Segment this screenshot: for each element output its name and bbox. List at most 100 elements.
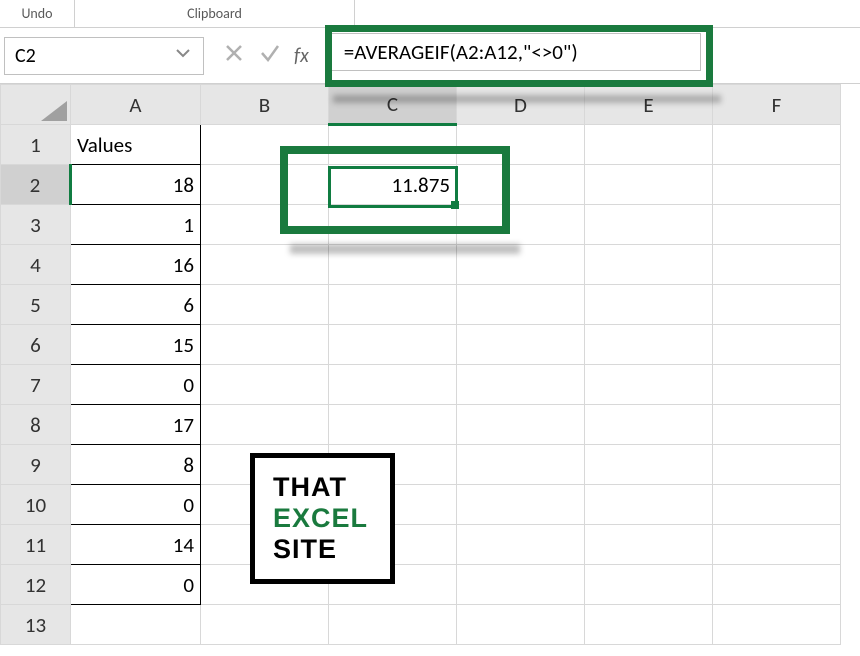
row-header-11[interactable]: 11 <box>1 525 71 565</box>
cell-d2[interactable] <box>457 165 585 205</box>
cell-c1[interactable] <box>329 125 457 165</box>
cell-e11[interactable] <box>585 525 713 565</box>
cell-e8[interactable] <box>585 405 713 445</box>
cell-f1[interactable] <box>713 125 841 165</box>
cell-f13[interactable] <box>713 605 841 645</box>
name-box[interactable]: C2 <box>4 37 204 75</box>
row-header-8[interactable]: 8 <box>1 405 71 445</box>
cell-f5[interactable] <box>713 285 841 325</box>
cell-b1[interactable] <box>201 125 329 165</box>
row-header-7[interactable]: 7 <box>1 365 71 405</box>
cell-a9[interactable]: 8 <box>71 445 201 485</box>
cell-b4[interactable] <box>201 245 329 285</box>
cell-e1[interactable] <box>585 125 713 165</box>
row-header-1[interactable]: 1 <box>1 125 71 165</box>
col-header-e[interactable]: E <box>585 85 713 125</box>
cell-f4[interactable] <box>713 245 841 285</box>
cell-e6[interactable] <box>585 325 713 365</box>
cell-d11[interactable] <box>457 525 585 565</box>
cell-a7[interactable]: 0 <box>71 365 201 405</box>
cell-b13[interactable] <box>201 605 329 645</box>
cell-b5[interactable] <box>201 285 329 325</box>
cell-d12[interactable] <box>457 565 585 605</box>
col-header-c[interactable]: C <box>329 85 457 125</box>
cell-a4[interactable]: 16 <box>71 245 201 285</box>
cell-a11[interactable]: 14 <box>71 525 201 565</box>
cell-a12[interactable]: 0 <box>71 565 201 605</box>
cell-d13[interactable] <box>457 605 585 645</box>
col-header-f[interactable]: F <box>713 85 841 125</box>
cell-e5[interactable] <box>585 285 713 325</box>
cell-f9[interactable] <box>713 445 841 485</box>
row-header-5[interactable]: 5 <box>1 285 71 325</box>
cell-a10[interactable]: 0 <box>71 485 201 525</box>
cell-e13[interactable] <box>585 605 713 645</box>
formula-bar: C2 fx =AVERAGEIF(A2:A12,"<>0") <box>0 28 860 84</box>
cell-e3[interactable] <box>585 205 713 245</box>
cell-d6[interactable] <box>457 325 585 365</box>
cell-c4[interactable] <box>329 245 457 285</box>
cell-b7[interactable] <box>201 365 329 405</box>
cell-d4[interactable] <box>457 245 585 285</box>
row-header-2[interactable]: 2 <box>1 165 71 205</box>
chevron-down-icon[interactable] <box>171 41 195 71</box>
row-header-3[interactable]: 3 <box>1 205 71 245</box>
cell-e10[interactable] <box>585 485 713 525</box>
row-header-6[interactable]: 6 <box>1 325 71 365</box>
cell-c7[interactable] <box>329 365 457 405</box>
col-header-d[interactable]: D <box>457 85 585 125</box>
enter-icon[interactable] <box>258 41 282 70</box>
fx-label[interactable]: fx <box>294 44 313 68</box>
cell-c13[interactable] <box>329 605 457 645</box>
cell-c8[interactable] <box>329 405 457 445</box>
cell-c5[interactable] <box>329 285 457 325</box>
cell-a1[interactable]: Values <box>71 125 201 165</box>
cell-f8[interactable] <box>713 405 841 445</box>
col-header-b[interactable]: B <box>201 85 329 125</box>
cell-f3[interactable] <box>713 205 841 245</box>
cell-f2[interactable] <box>713 165 841 205</box>
cell-c2[interactable]: 11.875 <box>329 165 457 205</box>
cell-d5[interactable] <box>457 285 585 325</box>
row-header-10[interactable]: 10 <box>1 485 71 525</box>
cell-a13[interactable] <box>71 605 201 645</box>
cell-e4[interactable] <box>585 245 713 285</box>
cell-d10[interactable] <box>457 485 585 525</box>
cell-b6[interactable] <box>201 325 329 365</box>
cell-a3[interactable]: 1 <box>71 205 201 245</box>
cell-c3[interactable] <box>329 205 457 245</box>
cell-b3[interactable] <box>201 205 329 245</box>
cell-d1[interactable] <box>457 125 585 165</box>
cell-d7[interactable] <box>457 365 585 405</box>
cell-a5[interactable]: 6 <box>71 285 201 325</box>
cell-e12[interactable] <box>585 565 713 605</box>
cell-f10[interactable] <box>713 485 841 525</box>
cell-d8[interactable] <box>457 405 585 445</box>
cell-f7[interactable] <box>713 365 841 405</box>
row-header-12[interactable]: 12 <box>1 565 71 605</box>
row-header-9[interactable]: 9 <box>1 445 71 485</box>
ribbon-group-clipboard[interactable]: Clipboard <box>75 0 355 27</box>
cell-a2[interactable]: 18 <box>71 165 201 205</box>
cell-d9[interactable] <box>457 445 585 485</box>
cell-e7[interactable] <box>585 365 713 405</box>
cell-a6[interactable]: 15 <box>71 325 201 365</box>
cell-f6[interactable] <box>713 325 841 365</box>
cell-e2[interactable] <box>585 165 713 205</box>
cell-b8[interactable] <box>201 405 329 445</box>
cell-e9[interactable] <box>585 445 713 485</box>
cell-a8[interactable]: 17 <box>71 405 201 445</box>
cell-b2[interactable] <box>201 165 329 205</box>
cell-f11[interactable] <box>713 525 841 565</box>
select-all-corner[interactable] <box>1 85 71 125</box>
row-header-4[interactable]: 4 <box>1 245 71 285</box>
spreadsheet-grid[interactable]: A B C D E F 1 Values 2 18 11.875 3 <box>0 84 860 645</box>
cell-c6[interactable] <box>329 325 457 365</box>
row-header-13[interactable]: 13 <box>1 605 71 645</box>
formula-input[interactable]: =AVERAGEIF(A2:A12,"<>0") <box>331 33 701 71</box>
cell-f12[interactable] <box>713 565 841 605</box>
col-header-a[interactable]: A <box>71 85 201 125</box>
ribbon-group-undo[interactable]: Undo <box>0 0 75 27</box>
cancel-icon[interactable] <box>222 41 246 70</box>
cell-d3[interactable] <box>457 205 585 245</box>
